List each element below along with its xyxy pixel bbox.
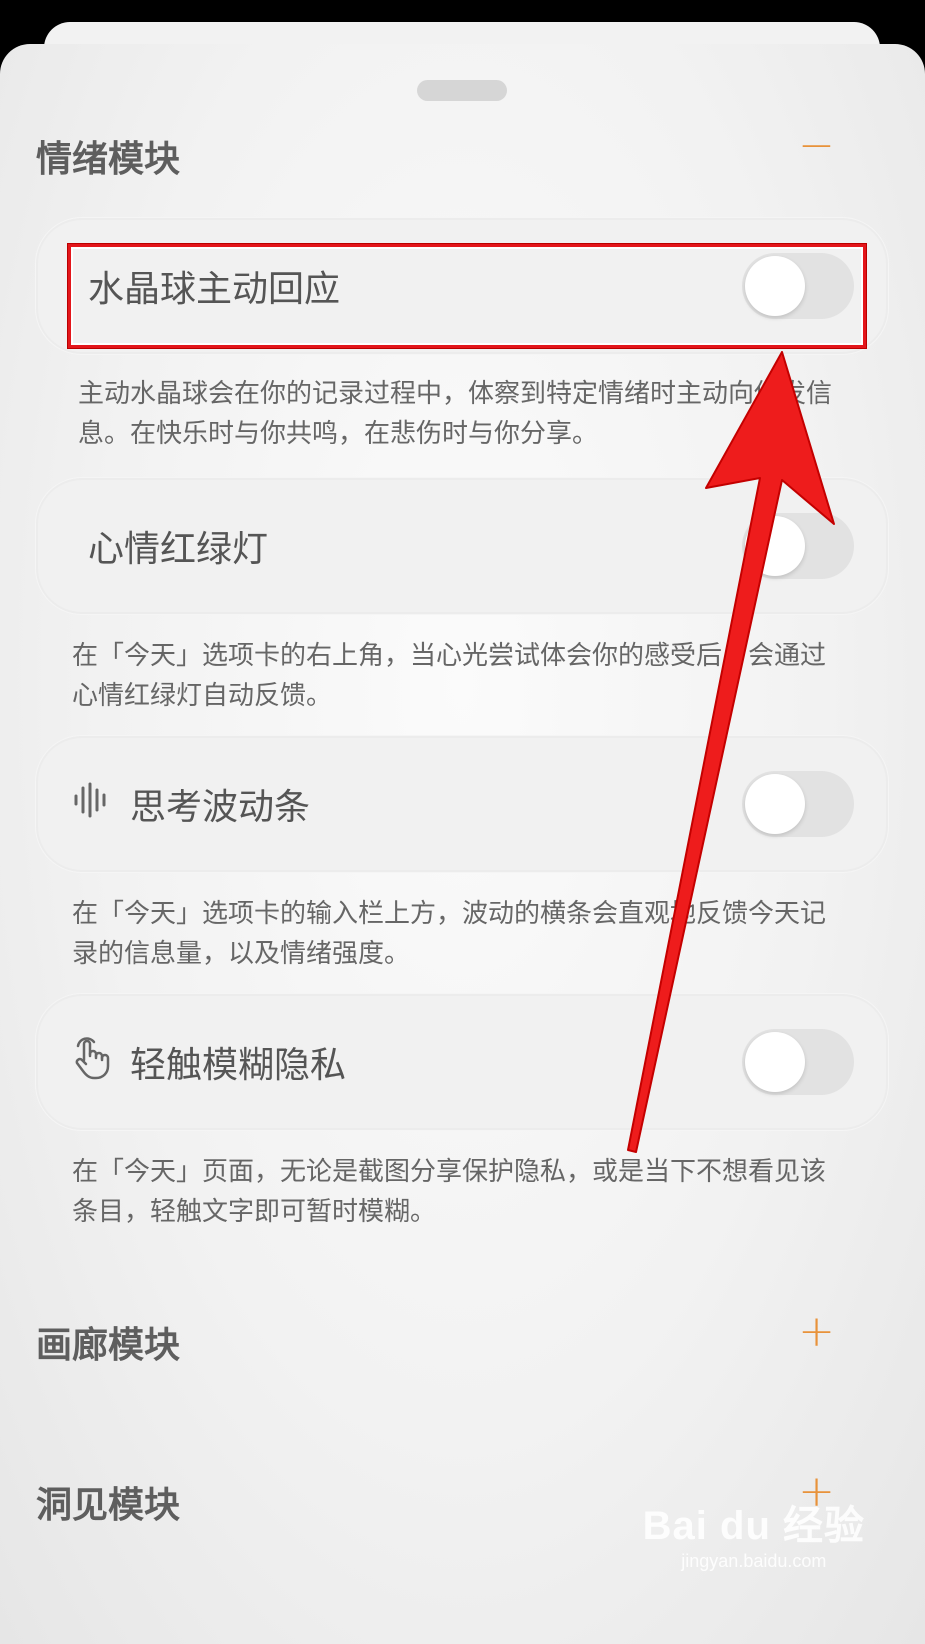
setting-description: 在「今天」页面，无论是截图分享保护隐私，或是当下不想看见该条目，轻触文字即可暂时… — [72, 1157, 827, 1227]
annotation-highlight-box — [68, 244, 866, 348]
toggle-knob — [745, 1032, 805, 1092]
drag-handle[interactable] — [417, 80, 507, 101]
watermark-url: jingyan.baidu.com — [681, 1551, 827, 1571]
setting-label: 轻触模糊隐私 — [130, 1045, 347, 1086]
section-title-insight: 洞见模块 — [36, 1485, 181, 1526]
tap-blur-toggle[interactable] — [742, 1029, 854, 1095]
setting-description: 在「今天」选项卡的输入栏上方，波动的横条会直观地反馈今天记录的信息量，以及情绪强… — [72, 899, 827, 969]
collapse-icon[interactable]: − — [798, 124, 835, 168]
section-title-mood: 情绪模块 — [36, 139, 181, 180]
section-title-gallery: 画廊模块 — [36, 1325, 181, 1366]
setting-label: 思考波动条 — [130, 787, 311, 828]
setting-label: 心情红绿灯 — [88, 529, 269, 570]
setting-card-tap-blur: 轻触模糊隐私 — [36, 994, 888, 1130]
thinking-wave-toggle[interactable] — [742, 771, 854, 837]
watermark-brand: Bai du 经验 — [642, 1504, 865, 1548]
toggle-knob — [745, 516, 805, 576]
toggle-knob — [745, 774, 805, 834]
setting-description: 主动水晶球会在你的记录过程中，体察到特定情绪时主动向你发信息。在快乐时与你共鸣，… — [78, 379, 833, 449]
tap-hand-icon — [72, 1036, 112, 1088]
expand-icon[interactable]: + — [798, 1310, 835, 1354]
waveform-icon — [72, 780, 112, 828]
watermark: Bai du 经验 jingyan.baidu.com — [643, 1493, 865, 1572]
setting-card-mood-light: 心情红绿灯 — [36, 478, 888, 614]
setting-description: 在「今天」选项卡的右上角，当心光尝试体会你的感受后，会通过心情红绿灯自动反馈。 — [72, 641, 827, 711]
setting-card-thinking-wave: 思考波动条 — [36, 736, 888, 872]
mood-light-toggle[interactable] — [742, 513, 854, 579]
